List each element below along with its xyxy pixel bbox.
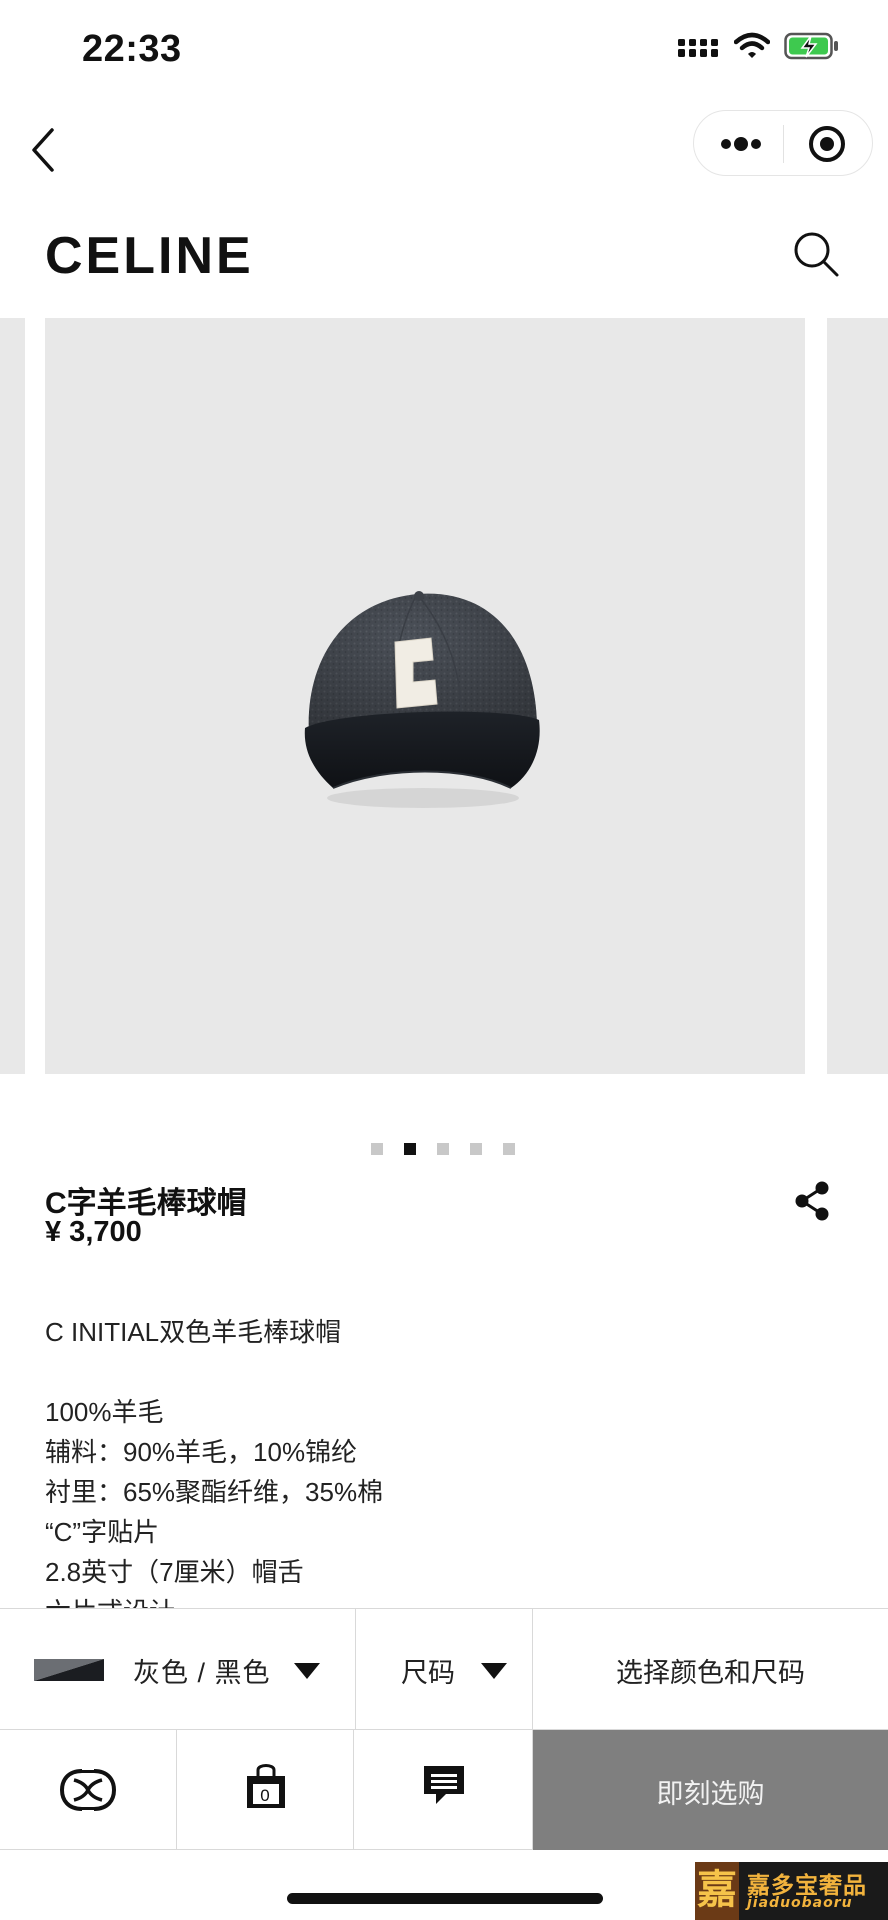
signal-icon <box>678 39 718 57</box>
brand-home-button[interactable] <box>0 1730 177 1850</box>
description-line: 衬里：65%聚酯纤维，35%棉 <box>45 1477 384 1507</box>
watermark-logo: 嘉 嘉多宝奢品 jiaduobaoru <box>695 1862 888 1920</box>
chat-icon <box>424 1766 464 1804</box>
gallery-next-slide[interactable] <box>827 318 888 1074</box>
pagination-dot[interactable] <box>503 1143 515 1155</box>
chevron-down-icon <box>481 1663 507 1679</box>
pagination-dot[interactable] <box>371 1143 383 1155</box>
buy-now-label: 即刻选购 <box>656 1779 765 1809</box>
search-icon <box>794 232 839 277</box>
description-line: 辅料：90%羊毛，10%锦纶 <box>45 1437 358 1467</box>
capsule-divider <box>783 125 784 163</box>
miniprogram-capsule <box>693 110 873 176</box>
home-indicator[interactable] <box>287 1893 603 1904</box>
search-button[interactable] <box>792 230 840 278</box>
chevron-down-icon <box>294 1663 320 1679</box>
baseball-cap-image <box>304 591 540 808</box>
brand-logo[interactable]: CELINE <box>45 226 254 286</box>
celine-triomphe-icon <box>60 1769 116 1811</box>
share-icon <box>795 1181 829 1221</box>
product-image[interactable] <box>45 318 805 1074</box>
color-swatch <box>34 1659 104 1681</box>
product-description: C INITIAL双色羊毛棒球帽 100%羊毛 辅料：90%羊毛，10%锦纶 衬… <box>45 1312 383 1632</box>
description-line: C INITIAL双色羊毛棒球帽 <box>45 1317 342 1347</box>
chat-button[interactable] <box>354 1730 533 1850</box>
choose-color-size-button[interactable]: 选择颜色和尺码 <box>533 1609 888 1729</box>
wifi-icon <box>734 32 770 58</box>
back-button[interactable] <box>26 122 66 178</box>
color-selector-label: 灰色 / 黑色 <box>133 1658 271 1688</box>
watermark-latin: jiaduobaoru <box>747 1895 853 1911</box>
description-line: 2.8英寸（7厘米）帽舌 <box>45 1557 304 1587</box>
pagination-dot[interactable] <box>437 1143 449 1155</box>
status-time: 22:33 <box>82 28 182 70</box>
status-icons <box>678 32 840 60</box>
pagination-dot[interactable] <box>470 1143 482 1155</box>
product-gallery[interactable] <box>0 318 888 1074</box>
miniprogram-close-icon[interactable] <box>808 125 846 163</box>
status-bar: 22:33 <box>0 0 888 100</box>
color-selector[interactable]: 灰色 / 黑色 <box>0 1609 356 1729</box>
watermark-seal: 嘉 <box>695 1862 739 1920</box>
description-line: 100%羊毛 <box>45 1397 164 1427</box>
size-selector[interactable]: 尺码 <box>356 1609 533 1729</box>
back-arrow-icon <box>32 128 54 172</box>
product-price: ¥ 3,700 <box>45 1216 142 1248</box>
bag-count: 0 <box>260 1786 270 1805</box>
pagination-dot-active[interactable] <box>404 1143 416 1155</box>
share-button[interactable] <box>792 1180 832 1222</box>
description-line: “C”字贴片 <box>45 1517 160 1547</box>
size-selector-label: 尺码 <box>401 1658 455 1688</box>
choose-color-size-label: 选择颜色和尺码 <box>616 1658 805 1688</box>
option-selector-bar: 灰色 / 黑色 尺码 选择颜色和尺码 <box>0 1608 888 1730</box>
shopping-bag-button[interactable]: 0 <box>177 1730 354 1850</box>
buy-now-button[interactable]: 即刻选购 <box>533 1730 888 1850</box>
more-dots-icon[interactable] <box>720 134 762 154</box>
brand-header: CELINE <box>0 210 888 296</box>
battery-charging-icon <box>784 32 838 60</box>
bottom-action-bar: 0 即刻选购 <box>0 1730 888 1850</box>
gallery-pagination <box>371 1143 515 1155</box>
gallery-prev-slide[interactable] <box>0 318 25 1074</box>
